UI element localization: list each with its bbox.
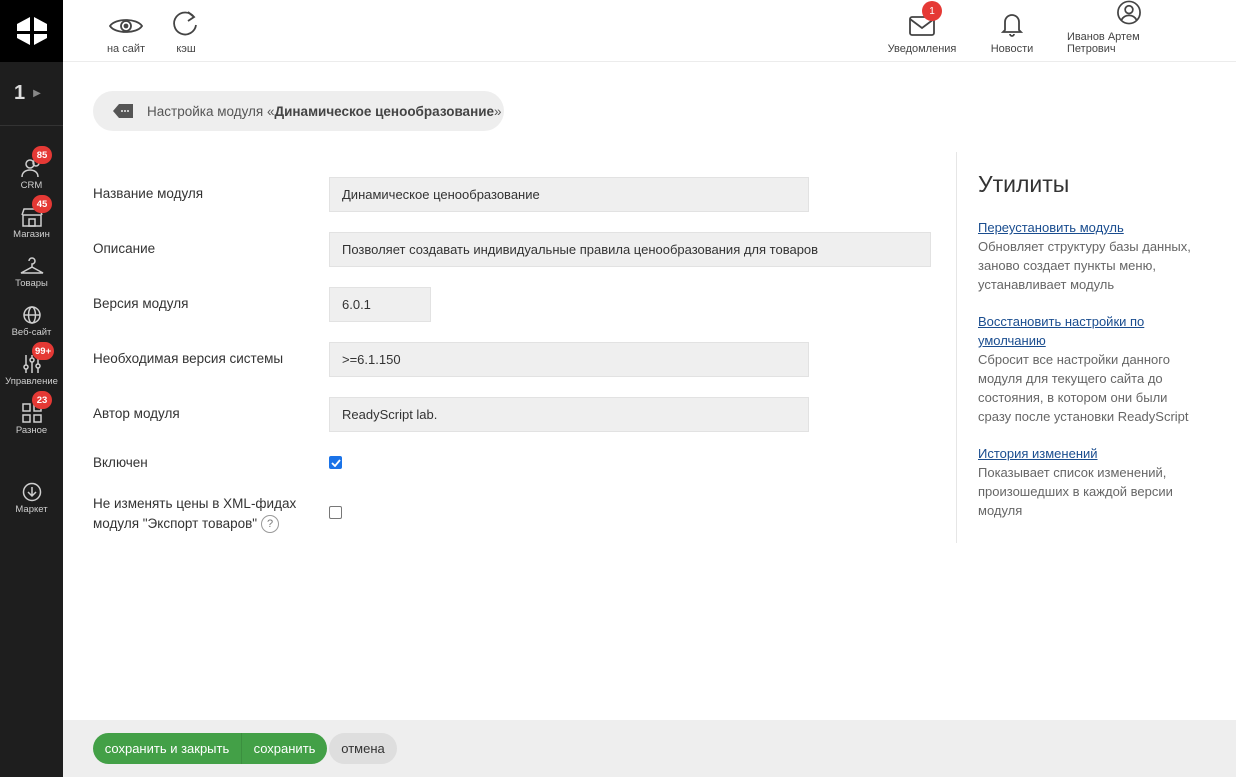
sidebar: 1 ▶ CRM 85 Магазин 45 Товары Веб-сайт Уп… (0, 0, 63, 777)
author-label: Автор модуля (93, 406, 180, 421)
sidebar-item-label: Товары (15, 278, 48, 289)
utility-restore-defaults: Восстановить настройки по умолчанию Сбро… (978, 312, 1236, 426)
xml-feed-checkbox[interactable] (329, 506, 342, 519)
cache-button[interactable]: кэш (170, 0, 202, 62)
sidebar-item-crm[interactable]: CRM 85 (0, 143, 63, 191)
restore-defaults-link[interactable]: Восстановить настройки по умолчанию (978, 312, 1188, 350)
news-button[interactable]: Новости (989, 0, 1035, 62)
save-button[interactable]: сохранить (241, 733, 327, 764)
globe-icon (22, 306, 41, 324)
version-field[interactable]: 6.0.1 (329, 287, 431, 322)
chevron-right-icon: ▶ (33, 88, 41, 99)
help-icon[interactable]: ? (261, 515, 280, 534)
site-selector[interactable]: 1 ▶ (0, 62, 63, 126)
sidebar-item-label: Разное (15, 425, 48, 436)
news-label: Новости (990, 43, 1034, 55)
xml-feed-label-line1: Не изменять цены в XML-фидах (93, 496, 297, 511)
title-suffix: » (494, 103, 502, 119)
utility-changelog: История изменений Показывает список изме… (978, 444, 1236, 520)
module-name-field[interactable]: Динамическое ценообразование (329, 177, 809, 212)
title-prefix: Настройка модуля « (147, 103, 275, 119)
to-site-label: на сайт (106, 43, 146, 55)
reinstall-module-link[interactable]: Переустановить модуль (978, 218, 1188, 237)
site-number: 1 (14, 82, 26, 104)
page-title: Настройка модуля «Динамическое ценообраз… (93, 91, 504, 131)
cache-label: кэш (176, 43, 196, 55)
readyscript-logo-icon (16, 17, 47, 45)
description-field[interactable]: Позволяет создавать индивидуальные прави… (329, 232, 931, 267)
shop-count-badge: 45 (32, 195, 52, 213)
sidebar-item-label: CRM (20, 180, 43, 191)
top-header: на сайт кэш Уведомления 1 Новости Иванов… (63, 0, 1236, 62)
sidebar-item-products[interactable]: Товары (0, 241, 63, 289)
user-profile-button[interactable]: Иванов Артем Петрович (1067, 0, 1191, 62)
notifications-count-badge: 1 (922, 1, 942, 21)
sidebar-item-label: Управление (5, 376, 58, 387)
sidebar-item-misc[interactable]: Разное 23 (0, 388, 63, 436)
sidebar-item-label: Веб-сайт (11, 327, 52, 338)
crm-count-badge: 85 (32, 146, 52, 164)
utilities-panel: Утилиты Переустановить модуль Обновляет … (956, 152, 1236, 543)
sidebar-item-label: Магазин (13, 229, 50, 240)
notifications-button[interactable]: Уведомления 1 (888, 0, 956, 62)
enabled-checkbox[interactable] (329, 456, 342, 469)
save-and-close-button[interactable]: сохранить и закрыть (93, 733, 241, 764)
eye-icon (108, 19, 144, 33)
reinstall-module-desc: Обновляет структуру базы данных, заново … (978, 239, 1191, 292)
sidebar-item-market[interactable]: Маркет (0, 467, 63, 515)
title-module-name: Динамическое ценообразование (274, 103, 495, 119)
logo[interactable] (0, 0, 63, 62)
enabled-label: Включен (93, 455, 148, 470)
checkmark-icon (330, 458, 341, 467)
xml-feed-label-line2: модуля "Экспорт товаров" (93, 516, 258, 531)
sidebar-item-label: Маркет (15, 504, 48, 515)
tag-icon (113, 104, 133, 118)
version-label: Версия модуля (93, 296, 189, 311)
user-avatar-icon (1117, 0, 1141, 25)
misc-count-badge: 23 (32, 391, 52, 409)
sidebar-item-shop[interactable]: Магазин 45 (0, 192, 63, 240)
to-site-button[interactable]: на сайт (103, 0, 149, 62)
bell-icon (1001, 14, 1023, 37)
refresh-icon (173, 11, 197, 36)
bottom-action-bar: сохранить и закрыть сохранить отмена (63, 720, 1236, 777)
module-name-label: Название модуля (93, 186, 204, 201)
download-circle-icon (22, 482, 41, 502)
cancel-button[interactable]: отмена (329, 733, 397, 764)
utility-reinstall: Переустановить модуль Обновляет структур… (978, 218, 1236, 294)
description-label: Описание (93, 241, 156, 256)
required-version-field[interactable]: >=6.1.150 (329, 342, 809, 377)
sidebar-item-management[interactable]: Управление 99+ (0, 339, 63, 387)
xml-feed-label: Не изменять цены в XML-фидах модуля "Экс… (93, 494, 296, 534)
notifications-label: Уведомления (887, 43, 957, 55)
required-version-label: Необходимая версия системы (93, 351, 284, 366)
restore-defaults-desc: Сбросит все настройки данного модуля для… (978, 352, 1189, 424)
hanger-icon (20, 257, 43, 274)
changelog-desc: Показывает список изменений, произошедши… (978, 465, 1173, 518)
author-field[interactable]: ReadyScript lab. (329, 397, 809, 432)
management-count-badge: 99+ (32, 342, 55, 360)
sidebar-item-website[interactable]: Веб-сайт (0, 290, 63, 338)
changelog-link[interactable]: История изменений (978, 444, 1188, 463)
user-name: Иванов Артем Петрович (1067, 31, 1140, 55)
utilities-title: Утилиты (978, 171, 1070, 197)
